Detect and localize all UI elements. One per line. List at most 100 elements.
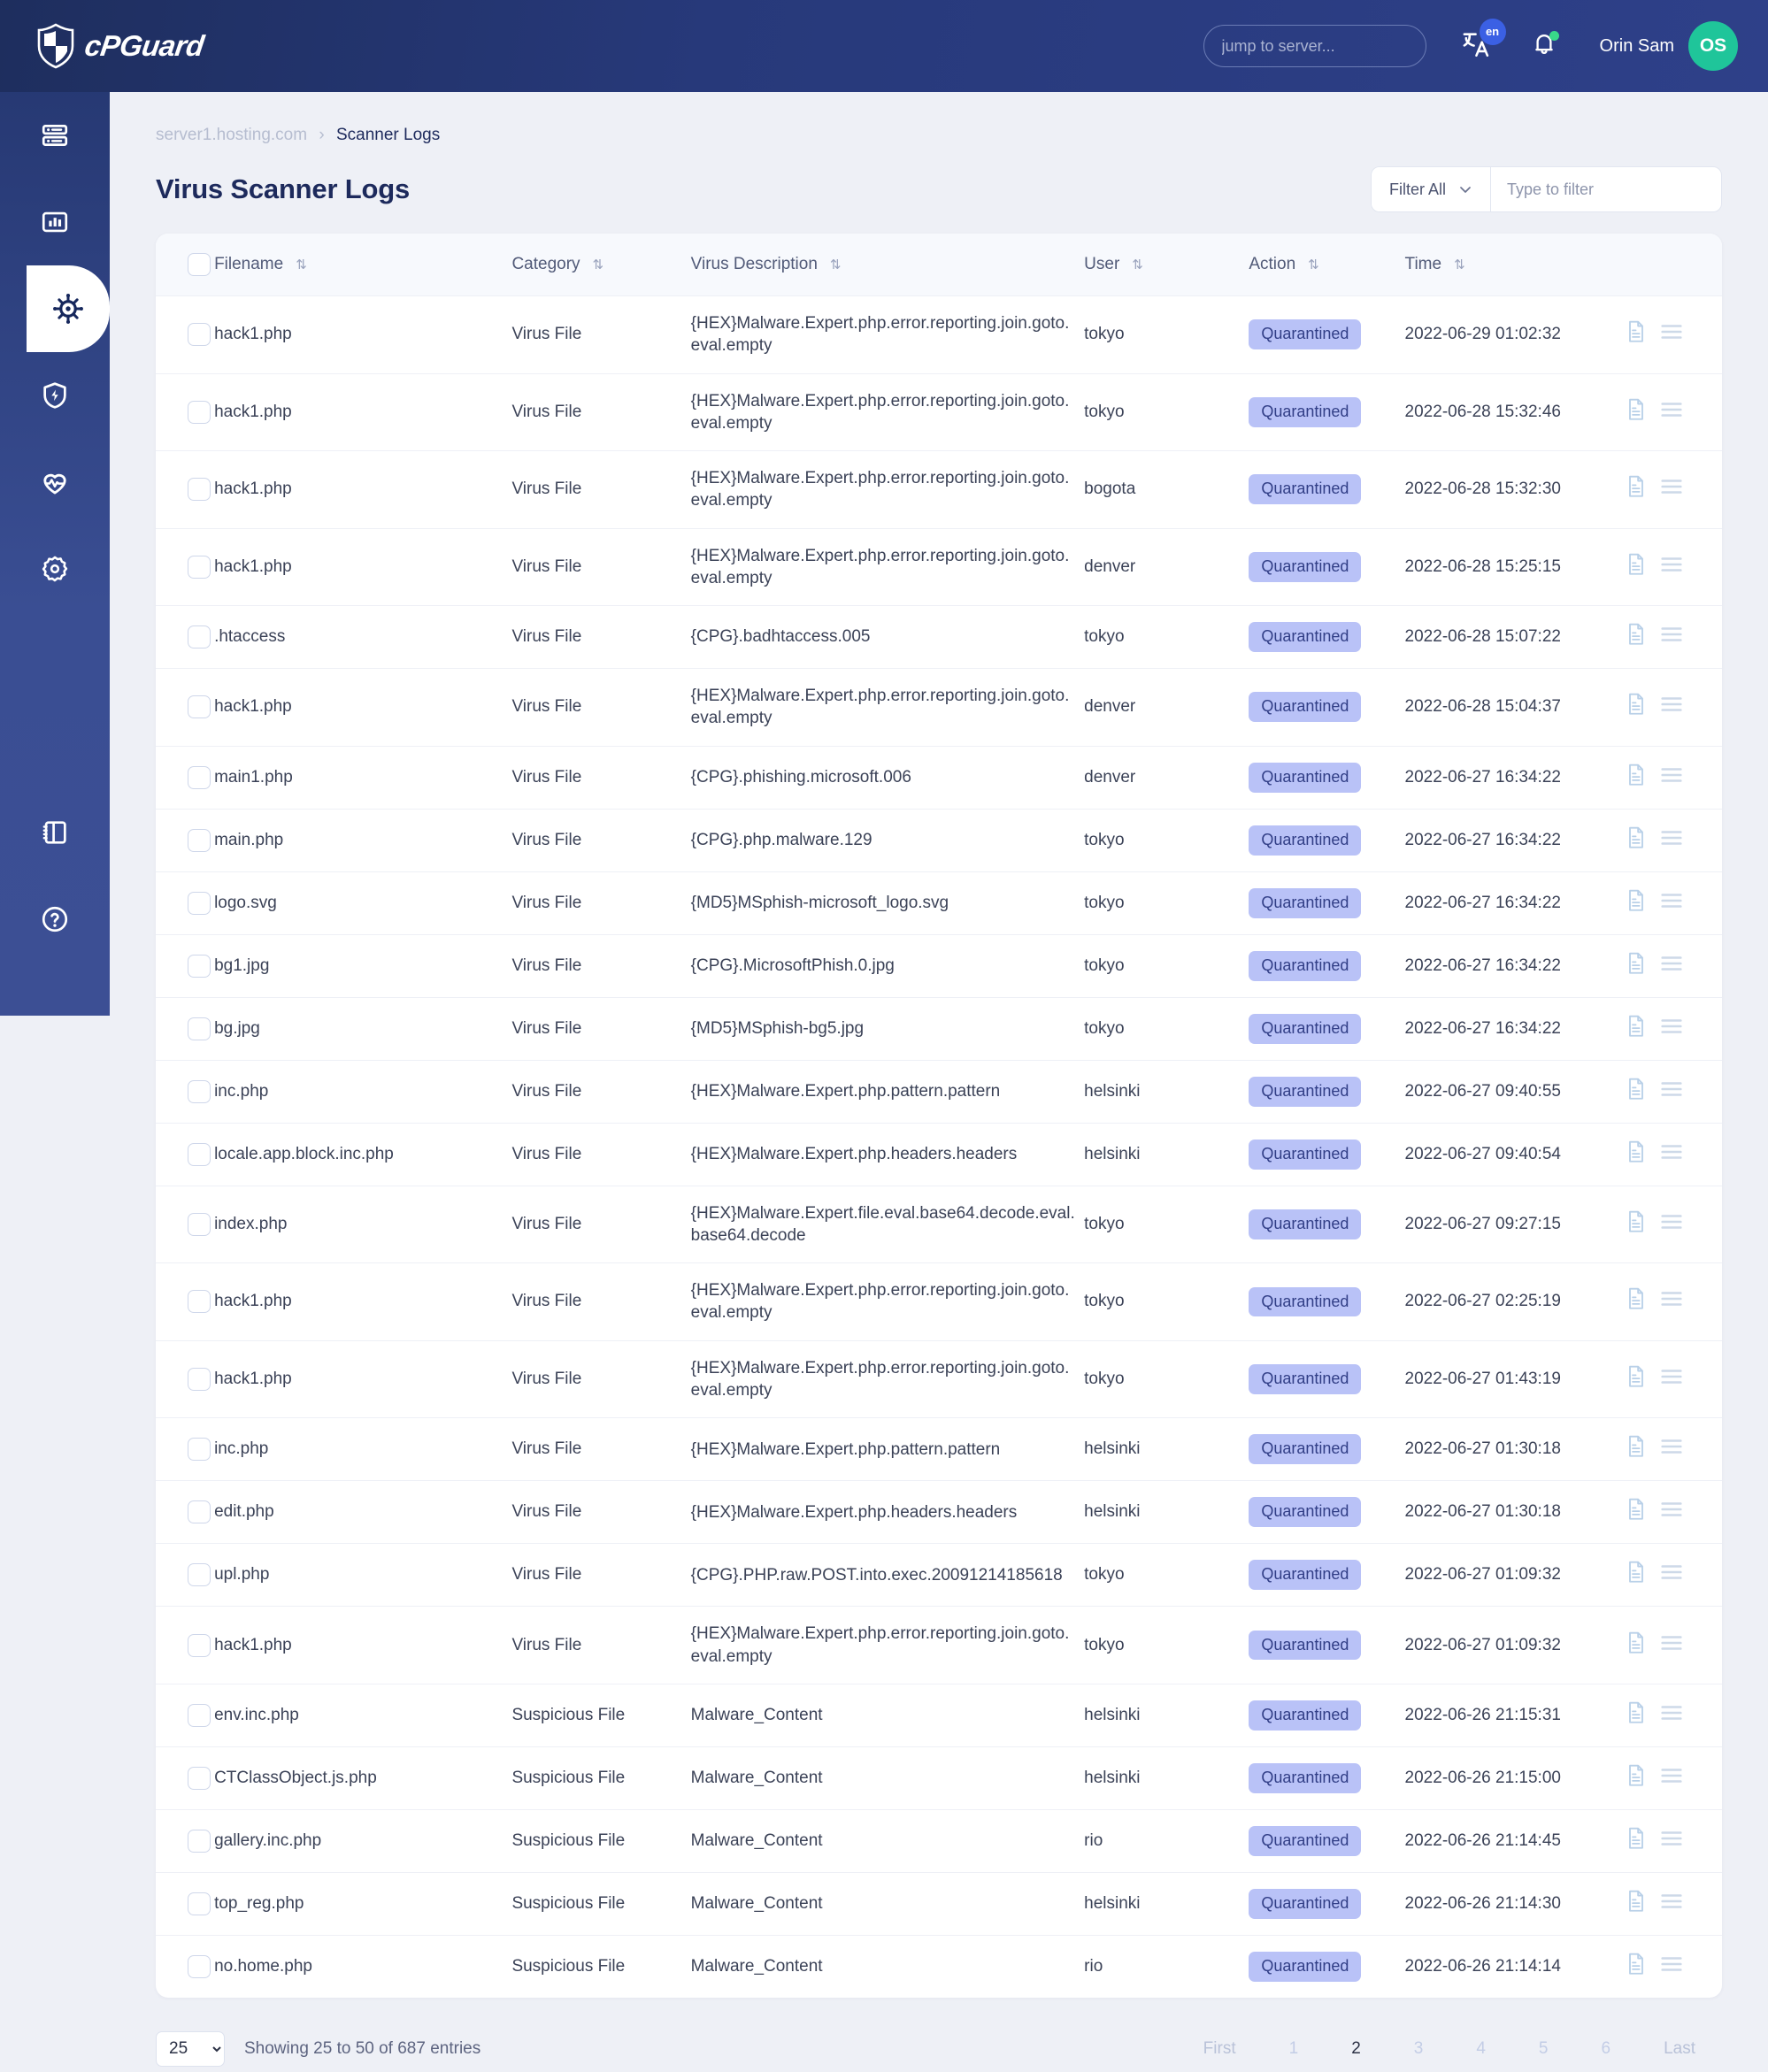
view-file-button[interactable] (1625, 397, 1648, 427)
list-lines-icon[interactable] (1660, 1766, 1683, 1785)
file-text-icon[interactable] (1625, 319, 1648, 344)
table-row[interactable]: hack1.php Virus File {HEX}Malware.Expert.p… (156, 1339, 1722, 1418)
view-file-button[interactable] (1625, 951, 1648, 981)
row-menu-button[interactable] (1660, 1367, 1683, 1392)
list-lines-icon[interactable] (1660, 477, 1683, 496)
row-checkbox[interactable] (188, 1892, 211, 1915)
list-lines-icon[interactable] (1660, 695, 1683, 714)
file-text-icon[interactable] (1625, 1140, 1648, 1164)
view-file-button[interactable] (1625, 474, 1648, 504)
view-file-button[interactable] (1625, 1014, 1648, 1044)
view-file-button[interactable] (1625, 1560, 1648, 1590)
table-row[interactable]: hack1.php Virus File {HEX}Malware.Expert.p… (156, 295, 1722, 374)
view-file-button[interactable] (1625, 1763, 1648, 1793)
table-row[interactable]: logo.svg Virus File {MD5}MSphish-microsoft… (156, 871, 1722, 935)
pagination-first[interactable]: First (1177, 2039, 1263, 2059)
row-menu-button[interactable] (1660, 400, 1683, 425)
table-row[interactable]: bg1.jpg Virus File {CPG}.MicrosoftPhish.0.… (156, 933, 1722, 998)
view-file-button[interactable] (1625, 1364, 1648, 1394)
file-text-icon[interactable] (1625, 1209, 1648, 1234)
row-checkbox[interactable] (188, 1563, 211, 1587)
pagination-6[interactable]: 6 (1575, 2039, 1638, 2059)
file-text-icon[interactable] (1625, 692, 1648, 717)
row-menu-button[interactable] (1660, 1142, 1683, 1167)
row-checkbox[interactable] (188, 954, 211, 978)
filter-select[interactable]: Filter All (1371, 167, 1491, 211)
list-lines-icon[interactable] (1660, 1367, 1683, 1386)
pagination-2[interactable]: 2 (1325, 2039, 1387, 2059)
sort-updown-icon[interactable]: ⇅ (1454, 258, 1465, 272)
file-text-icon[interactable] (1625, 763, 1648, 787)
row-checkbox[interactable] (188, 555, 211, 579)
list-lines-icon[interactable] (1660, 625, 1683, 644)
list-lines-icon[interactable] (1660, 1500, 1683, 1519)
sidebar-item-scanner[interactable] (27, 265, 110, 352)
table-row[interactable]: main.php Virus File {CPG}.php.malware.129 t… (156, 808, 1722, 872)
row-checkbox[interactable] (188, 828, 211, 852)
row-menu-button[interactable] (1660, 1562, 1683, 1587)
row-menu-button[interactable] (1660, 625, 1683, 649)
column-header-filename[interactable]: Filename ⇅ (214, 234, 512, 296)
table-row[interactable]: top_reg.php Suspicious File Malware_Conten… (156, 1871, 1722, 1936)
row-checkbox[interactable] (188, 1017, 211, 1040)
list-lines-icon[interactable] (1660, 828, 1683, 848)
view-file-button[interactable] (1625, 888, 1648, 918)
list-lines-icon[interactable] (1660, 1212, 1683, 1232)
sort-updown-icon[interactable]: ⇅ (296, 258, 307, 272)
row-checkbox[interactable] (188, 1766, 211, 1790)
table-row[interactable]: hack1.php Virus File {HEX}Malware.Expert.p… (156, 527, 1722, 606)
file-text-icon[interactable] (1625, 1560, 1648, 1585)
row-menu-button[interactable] (1660, 765, 1683, 790)
view-file-button[interactable] (1625, 1140, 1648, 1170)
row-menu-button[interactable] (1660, 1766, 1683, 1791)
file-text-icon[interactable] (1625, 1434, 1648, 1459)
list-lines-icon[interactable] (1660, 400, 1683, 419)
view-file-button[interactable] (1625, 1889, 1648, 1919)
file-text-icon[interactable] (1625, 1077, 1648, 1101)
sidebar-item-settings[interactable] (0, 526, 110, 612)
file-text-icon[interactable] (1625, 1286, 1648, 1311)
row-checkbox[interactable] (188, 323, 211, 347)
sort-updown-icon[interactable]: ⇅ (1132, 258, 1143, 272)
brand-logo[interactable]: cPGuard (35, 23, 206, 69)
view-file-button[interactable] (1625, 825, 1648, 856)
view-file-button[interactable] (1625, 1631, 1648, 1661)
list-lines-icon[interactable] (1660, 765, 1683, 785)
file-text-icon[interactable] (1625, 1763, 1648, 1788)
row-menu-button[interactable] (1660, 1437, 1683, 1462)
pagination-5[interactable]: 5 (1512, 2039, 1575, 2059)
list-lines-icon[interactable] (1660, 555, 1683, 574)
notifications-button[interactable] (1531, 30, 1559, 63)
list-lines-icon[interactable] (1660, 1829, 1683, 1848)
table-row[interactable]: upl.php Virus File {CPG}.PHP.raw.POST.into… (156, 1543, 1722, 1607)
row-checkbox[interactable] (188, 695, 211, 719)
file-text-icon[interactable] (1625, 552, 1648, 577)
view-file-button[interactable] (1625, 1077, 1648, 1107)
sidebar-item-firewall[interactable] (0, 352, 110, 439)
list-lines-icon[interactable] (1660, 1703, 1683, 1723)
table-row[interactable]: inc.php Virus File {HEX}Malware.Expert.php… (156, 1417, 1722, 1481)
jump-to-server-search[interactable] (1203, 25, 1427, 67)
view-file-button[interactable] (1625, 1952, 1648, 1982)
pagination-3[interactable]: 3 (1387, 2039, 1450, 2059)
per-page-select[interactable]: 102550100 (156, 2030, 225, 2067)
row-menu-button[interactable] (1660, 555, 1683, 579)
list-lines-icon[interactable] (1660, 1892, 1683, 1911)
row-menu-button[interactable] (1660, 891, 1683, 916)
filter-input-wrapper[interactable] (1491, 167, 1721, 211)
file-text-icon[interactable] (1625, 888, 1648, 913)
table-row[interactable]: hack1.php Virus File {HEX}Malware.Expert.p… (156, 372, 1722, 451)
language-switcher[interactable]: en (1462, 18, 1506, 64)
sidebar-item-health[interactable] (0, 439, 110, 526)
table-row[interactable]: hack1.php Virus File {HEX}Malware.Expert.p… (156, 668, 1722, 747)
list-lines-icon[interactable] (1660, 1289, 1683, 1308)
view-file-button[interactable] (1625, 1286, 1648, 1316)
view-file-button[interactable] (1625, 692, 1648, 722)
row-checkbox[interactable] (188, 400, 211, 424)
row-checkbox[interactable] (188, 891, 211, 915)
table-row[interactable]: edit.php Virus File {HEX}Malware.Expert.ph… (156, 1480, 1722, 1544)
row-checkbox[interactable] (188, 1954, 211, 1978)
row-checkbox[interactable] (188, 1367, 211, 1391)
file-text-icon[interactable] (1625, 1826, 1648, 1851)
view-file-button[interactable] (1625, 1826, 1648, 1856)
